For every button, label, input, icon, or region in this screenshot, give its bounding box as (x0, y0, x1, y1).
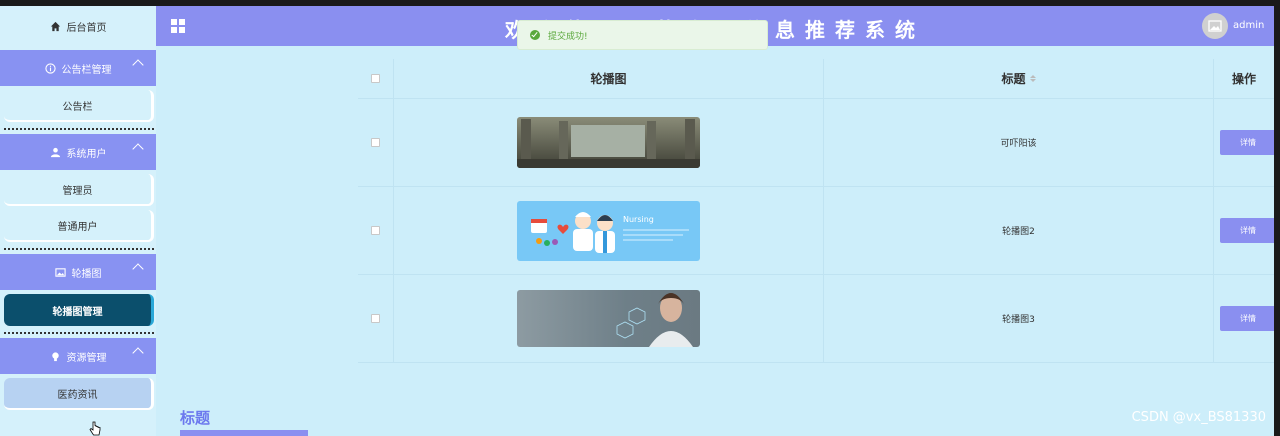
row-checkbox[interactable] (371, 226, 380, 235)
divider (4, 332, 154, 334)
title-cell: 轮播图2 (824, 187, 1214, 274)
app-frame: 后台首页 公告栏管理 公告栏 系统用户 管理员 普通用户 轮播图 轮播图管理 资… (0, 6, 1274, 436)
sidebar-group-label: 系统用户 (66, 148, 107, 160)
sidebar-item-carousel-manage[interactable]: 轮播图管理 (4, 294, 154, 326)
sidebar-item-label: 医药资讯 (57, 389, 98, 401)
sidebar-group-carousel[interactable]: 轮播图 (0, 254, 156, 290)
sidebar-group-label: 公告栏管理 (61, 64, 112, 76)
image-icon (54, 267, 66, 277)
row-title: 可吓阳该 (1000, 139, 1037, 149)
row-title: 轮播图3 (1002, 315, 1035, 325)
row-check-cell (358, 187, 394, 274)
table-row: 可吓阳该 详情 (358, 99, 1274, 187)
title-cell: 可吓阳该 (824, 99, 1214, 186)
sidebar-group-resources[interactable]: 资源管理 (0, 338, 156, 374)
carousel-thumbnail[interactable] (517, 290, 700, 347)
detail-button[interactable]: 详情 (1220, 306, 1274, 331)
table-row: 轮播图3 详情 (358, 275, 1274, 363)
chevron-up-icon (132, 263, 144, 275)
sidebar-group-notice[interactable]: 公告栏管理 (0, 50, 156, 86)
carousel-thumbnail[interactable]: Nursing (517, 200, 700, 261)
column-header-action: 操作 (1214, 59, 1274, 98)
image-cell (394, 99, 824, 186)
column-header-label: 操作 (1231, 72, 1256, 86)
column-header-title[interactable]: 标题 (824, 59, 1214, 98)
row-check-cell (358, 99, 394, 186)
avatar[interactable] (1202, 13, 1228, 39)
table-header-row: 轮播图 标题 操作 (358, 59, 1274, 99)
image-cell (394, 275, 824, 362)
sidebar-item-label: 公告栏 (62, 101, 93, 113)
select-all-cell (358, 59, 394, 98)
carousel-thumbnail[interactable] (517, 117, 700, 168)
check-circle-icon (530, 30, 540, 40)
watermark: CSDN @vx_BS81330 (1131, 410, 1266, 425)
divider (4, 128, 154, 130)
chevron-up-icon (132, 59, 144, 71)
row-checkbox[interactable] (371, 314, 380, 323)
sidebar-home-label: 后台首页 (66, 22, 107, 34)
divider (4, 248, 154, 250)
row-title: 轮播图2 (1002, 227, 1035, 237)
form-title-label: 标题 (180, 409, 211, 427)
home-icon (50, 21, 60, 31)
success-toast: 提交成功! (517, 20, 768, 50)
sidebar-item-label: 轮播图管理 (52, 306, 103, 318)
info-circle-icon (44, 62, 56, 74)
sidebar-item-label: 管理员 (62, 185, 93, 197)
sidebar-item-normal-user[interactable]: 普通用户 (4, 210, 154, 242)
table-row: Nursing 轮播图2 详情 (358, 187, 1274, 275)
toast-message: 提交成功! (548, 31, 588, 42)
bulb-icon (51, 351, 59, 361)
detail-button[interactable]: 详情 (1220, 130, 1274, 155)
row-check-cell (358, 275, 394, 362)
carousel-table: 轮播图 标题 操作 可吓阳该 详情 Nursing 轮播图2 详情 轮播图3 详… (358, 59, 1274, 369)
hand-cursor-icon (89, 421, 101, 436)
username[interactable]: admin (1233, 20, 1264, 31)
user-icon (50, 147, 60, 157)
thumbnail-caption: Nursing (623, 214, 654, 224)
column-header-label: 标题 (1001, 72, 1026, 86)
sidebar-item-admin[interactable]: 管理员 (4, 174, 154, 206)
select-all-checkbox[interactable] (371, 74, 380, 83)
sidebar-item-notice[interactable]: 公告栏 (4, 90, 154, 122)
row-checkbox[interactable] (371, 138, 380, 147)
image-cell: Nursing (394, 187, 824, 274)
sidebar-group-label: 轮播图 (71, 268, 102, 280)
column-header-image: 轮播图 (394, 59, 824, 98)
sidebar-item-label: 普通用户 (57, 221, 98, 233)
chevron-up-icon (132, 143, 144, 155)
sidebar-item-medical-news[interactable]: 医药资讯 (4, 378, 154, 410)
sort-icon[interactable] (1029, 75, 1036, 82)
title-cell: 轮播图3 (824, 275, 1214, 362)
sidebar-home[interactable]: 后台首页 (0, 6, 156, 46)
sidebar-group-label: 资源管理 (66, 352, 107, 364)
image-placeholder-icon (1208, 20, 1222, 32)
detail-button[interactable]: 详情 (1220, 218, 1274, 243)
form-title-input[interactable] (180, 430, 308, 436)
sidebar: 后台首页 公告栏管理 公告栏 系统用户 管理员 普通用户 轮播图 轮播图管理 资… (0, 6, 156, 436)
column-header-label: 轮播图 (590, 72, 627, 86)
sidebar-group-users[interactable]: 系统用户 (0, 134, 156, 170)
chevron-up-icon (132, 347, 144, 359)
